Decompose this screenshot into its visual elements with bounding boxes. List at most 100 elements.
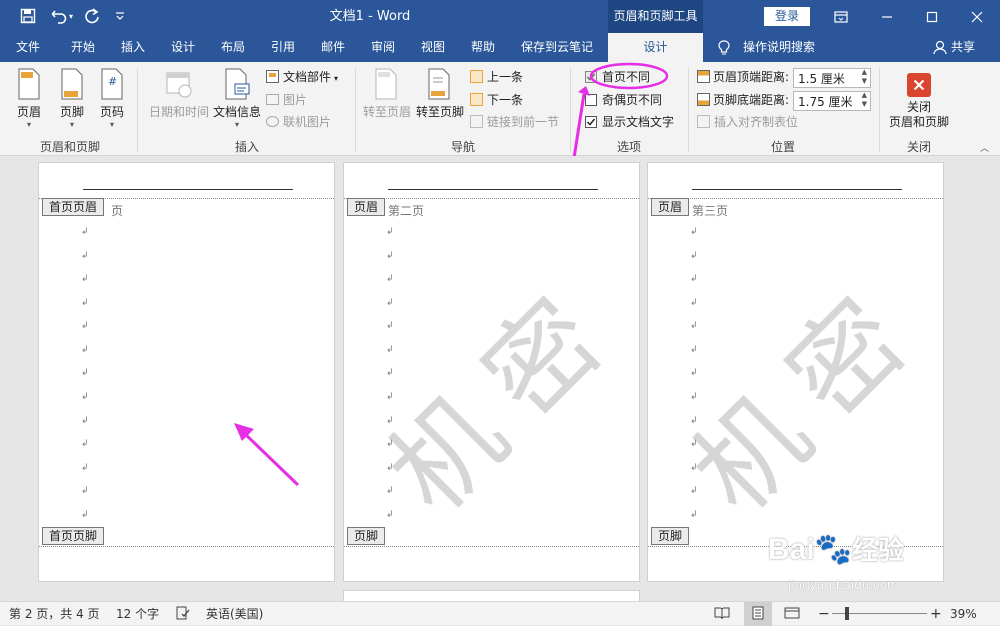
online-picture-icon xyxy=(266,116,279,127)
paragraph-mark: ↲ xyxy=(690,463,698,473)
footer-bottom-distance-spinner[interactable]: 1.75 厘米 ▲ ▼ xyxy=(793,91,871,111)
quick-parts-label: 文档部件 xyxy=(283,70,332,84)
tab-references[interactable]: 引用 xyxy=(271,33,295,62)
header-top-distance-value: 1.5 厘米 xyxy=(798,72,845,86)
header-button[interactable]: 页眉 ▾ xyxy=(12,68,46,129)
paragraph-mark: ↲ xyxy=(81,510,89,520)
page-count-status[interactable]: 第 2 页，共 4 页 xyxy=(9,602,100,626)
previous-button[interactable]: 上一条 xyxy=(470,67,523,87)
document-area[interactable]: 首页页眉 页 ↲ ↲ ↲ ↲ ↲ ↲ ↲ ↲ ↲ ↲ ↲ ↲ ↲ 首页页脚 机密… xyxy=(0,156,1000,601)
tab-file[interactable]: 文件 xyxy=(16,33,40,62)
print-layout-icon[interactable] xyxy=(744,602,772,626)
zoom-out-button[interactable]: − xyxy=(818,602,830,626)
quick-parts-dropdown-icon: ▾ xyxy=(334,74,339,83)
page-3[interactable]: 机密 页眉 第三页 ↲ ↲ ↲ ↲ ↲ ↲ ↲ ↲ ↲ ↲ ↲ ↲ ↲ 页脚 xyxy=(647,162,944,582)
next-button[interactable]: 下一条 xyxy=(470,90,523,110)
paragraph-mark: ↲ xyxy=(690,439,698,449)
paragraph-mark: ↲ xyxy=(386,510,394,520)
paragraph-mark: ↲ xyxy=(690,486,698,496)
footer-tag: 页脚 xyxy=(651,527,690,545)
tab-insert[interactable]: 插入 xyxy=(121,33,145,62)
read-mode-icon[interactable] xyxy=(714,602,730,626)
paragraph-mark: ↲ xyxy=(81,227,89,237)
status-bar: 第 2 页，共 4 页 12 个字 英语(美国) − + 39% xyxy=(0,601,1000,626)
footer-dropdown-icon: ▾ xyxy=(69,120,74,129)
page-number-button[interactable]: # 页码 ▾ xyxy=(96,68,128,129)
brand-watermark-text: Bai xyxy=(768,533,815,566)
context-tab-label: 页眉和页脚工具 xyxy=(608,0,703,33)
zoom-level[interactable]: 39% xyxy=(950,602,977,626)
paragraph-mark: ↲ xyxy=(81,439,89,449)
language-status[interactable]: 英语(美国) xyxy=(206,602,263,626)
header-top-distance-spinner[interactable]: 1.5 厘米 ▲ ▼ xyxy=(793,68,871,88)
ribbon-display-options-icon[interactable] xyxy=(818,0,864,33)
spin-up-down-icon[interactable]: ▲ ▼ xyxy=(862,68,867,86)
save-icon[interactable] xyxy=(16,4,40,28)
paragraph-mark: ↲ xyxy=(690,251,698,261)
customize-quick-access-icon[interactable] xyxy=(108,4,132,28)
footer-button[interactable]: 页脚 ▾ xyxy=(55,68,89,129)
tab-header-footer-design[interactable]: 设计 xyxy=(608,33,703,62)
close-header-footer-label-2: 页眉和页脚 xyxy=(888,115,949,129)
minimize-icon[interactable] xyxy=(864,0,910,33)
quick-parts-button[interactable]: 文档部件 ▾ xyxy=(266,67,338,87)
ribbon-panel: 页眉 ▾ 页脚 ▾ # 页码 ▾ 页眉和页脚 日期和时间 文档信息 ▾ 文档部件… xyxy=(0,62,1000,156)
tab-help[interactable]: 帮助 xyxy=(471,33,495,62)
picture-button[interactable]: 图片 xyxy=(266,90,307,110)
share-button[interactable]: 共享 xyxy=(951,33,975,62)
tab-design-doc[interactable]: 设计 xyxy=(171,33,195,62)
tab-layout[interactable]: 布局 xyxy=(221,33,245,62)
paragraph-mark: ↲ xyxy=(690,416,698,426)
next-label: 下一条 xyxy=(487,93,524,107)
link-to-previous-label: 链接到前一节 xyxy=(487,115,560,129)
insert-alignment-tab-button[interactable]: 插入对齐制表位 xyxy=(697,112,798,132)
link-to-previous-button[interactable]: 链接到前一节 xyxy=(470,112,559,132)
page-4[interactable] xyxy=(343,590,640,601)
tab-home[interactable]: 开始 xyxy=(71,33,95,62)
tab-view[interactable]: 视图 xyxy=(421,33,445,62)
paragraph-mark: ↲ xyxy=(386,298,394,308)
goto-header-button[interactable]: 转至页眉 xyxy=(361,68,413,120)
page-1[interactable]: 首页页眉 页 ↲ ↲ ↲ ↲ ↲ ↲ ↲ ↲ ↲ ↲ ↲ ↲ ↲ 首页页脚 xyxy=(38,162,335,582)
document-info-button[interactable]: 文档信息 ▾ xyxy=(212,68,262,129)
spin-up-down-icon[interactable]: ▲ ▼ xyxy=(862,91,867,109)
paragraph-mark: ↲ xyxy=(81,416,89,426)
word-count-status[interactable]: 12 个字 xyxy=(116,602,159,626)
web-layout-icon[interactable] xyxy=(784,602,800,626)
group-separator xyxy=(879,68,880,152)
link-icon xyxy=(470,115,483,128)
header-text[interactable]: 页 xyxy=(111,202,123,219)
undo-dropdown-icon[interactable]: ▾ xyxy=(66,4,76,28)
tell-me-search[interactable]: 操作说明搜索 xyxy=(743,33,815,62)
collapse-ribbon-icon[interactable]: ︿ xyxy=(980,141,989,154)
online-picture-button[interactable]: 联机图片 xyxy=(266,112,331,132)
page-2[interactable]: 机密 页眉 第二页 ↲ ↲ ↲ ↲ ↲ ↲ ↲ ↲ ↲ ↲ ↲ ↲ ↲ 页脚 xyxy=(343,162,640,582)
header-text[interactable]: 第三页 xyxy=(692,202,728,219)
brand-watermark-text-2: 经验 xyxy=(852,535,905,565)
tab-save-to-cloud-notes[interactable]: 保存到云笔记 xyxy=(521,33,593,62)
login-button[interactable]: 登录 xyxy=(764,7,810,26)
header-border-line xyxy=(692,189,902,190)
paragraph-mark: ↲ xyxy=(81,345,89,355)
picture-label: 图片 xyxy=(283,93,308,107)
paragraph-mark: ↲ xyxy=(690,274,698,284)
redo-icon[interactable] xyxy=(80,4,104,28)
group-separator xyxy=(355,68,356,152)
ribbon-tabs: 文件 开始 插入 设计 布局 引用 邮件 审阅 视图 帮助 保存到云笔记 设计 … xyxy=(0,33,1000,62)
close-header-footer-button[interactable]: 关闭 页眉和页脚 xyxy=(885,68,953,130)
close-window-icon[interactable] xyxy=(954,0,1000,33)
group-label-position: 位置 xyxy=(770,140,795,154)
tab-review[interactable]: 审阅 xyxy=(371,33,395,62)
zoom-in-button[interactable]: + xyxy=(930,602,942,626)
header-text[interactable]: 第二页 xyxy=(388,202,424,219)
goto-footer-button[interactable]: 转至页脚 xyxy=(413,68,467,120)
brand-watermark: Bai🐾经验 xyxy=(768,530,904,567)
proofing-icon[interactable] xyxy=(176,602,190,626)
header-boundary xyxy=(648,198,943,199)
maximize-icon[interactable] xyxy=(909,0,955,33)
zoom-slider-thumb[interactable] xyxy=(845,607,849,620)
footer-label: 页脚 xyxy=(59,105,84,119)
header-label: 页眉 xyxy=(16,105,41,119)
date-time-button[interactable]: 日期和时间 xyxy=(146,68,212,120)
tab-mailings[interactable]: 邮件 xyxy=(321,33,345,62)
